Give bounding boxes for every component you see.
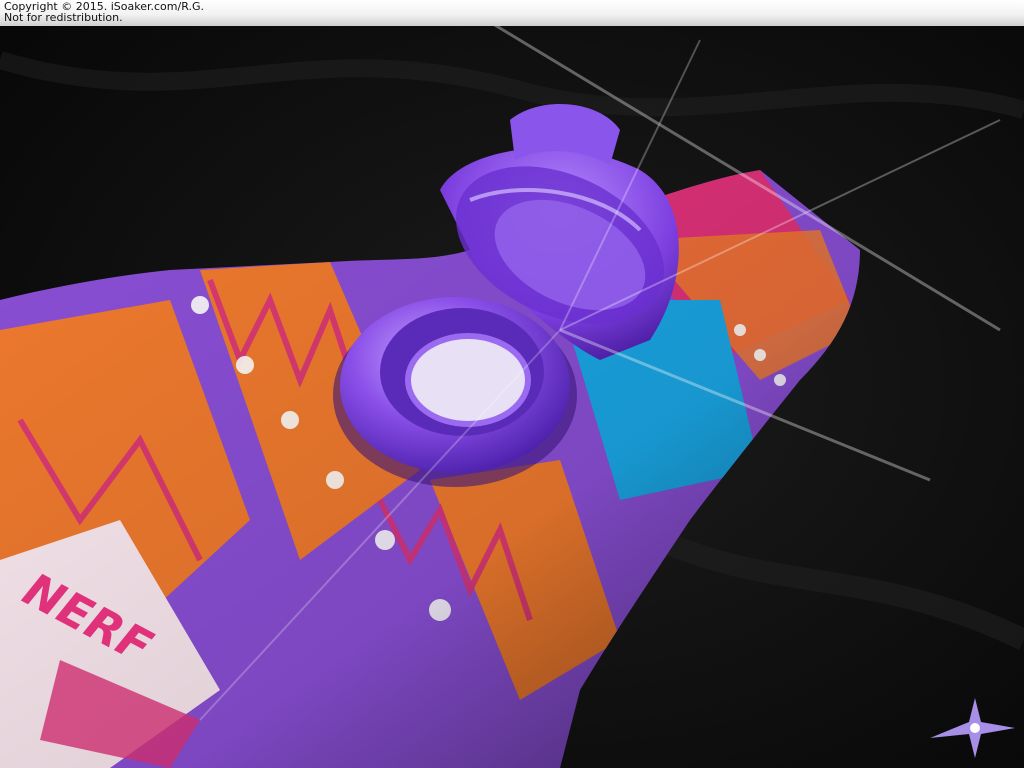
product-photo: NERF [0, 0, 1024, 768]
copyright-banner: Copyright © 2015. iSoaker.com/R.G. Not f… [0, 0, 1024, 26]
photo-illustration: NERF [0, 0, 1024, 768]
redistribution-notice: Not for redistribution. [4, 11, 123, 24]
